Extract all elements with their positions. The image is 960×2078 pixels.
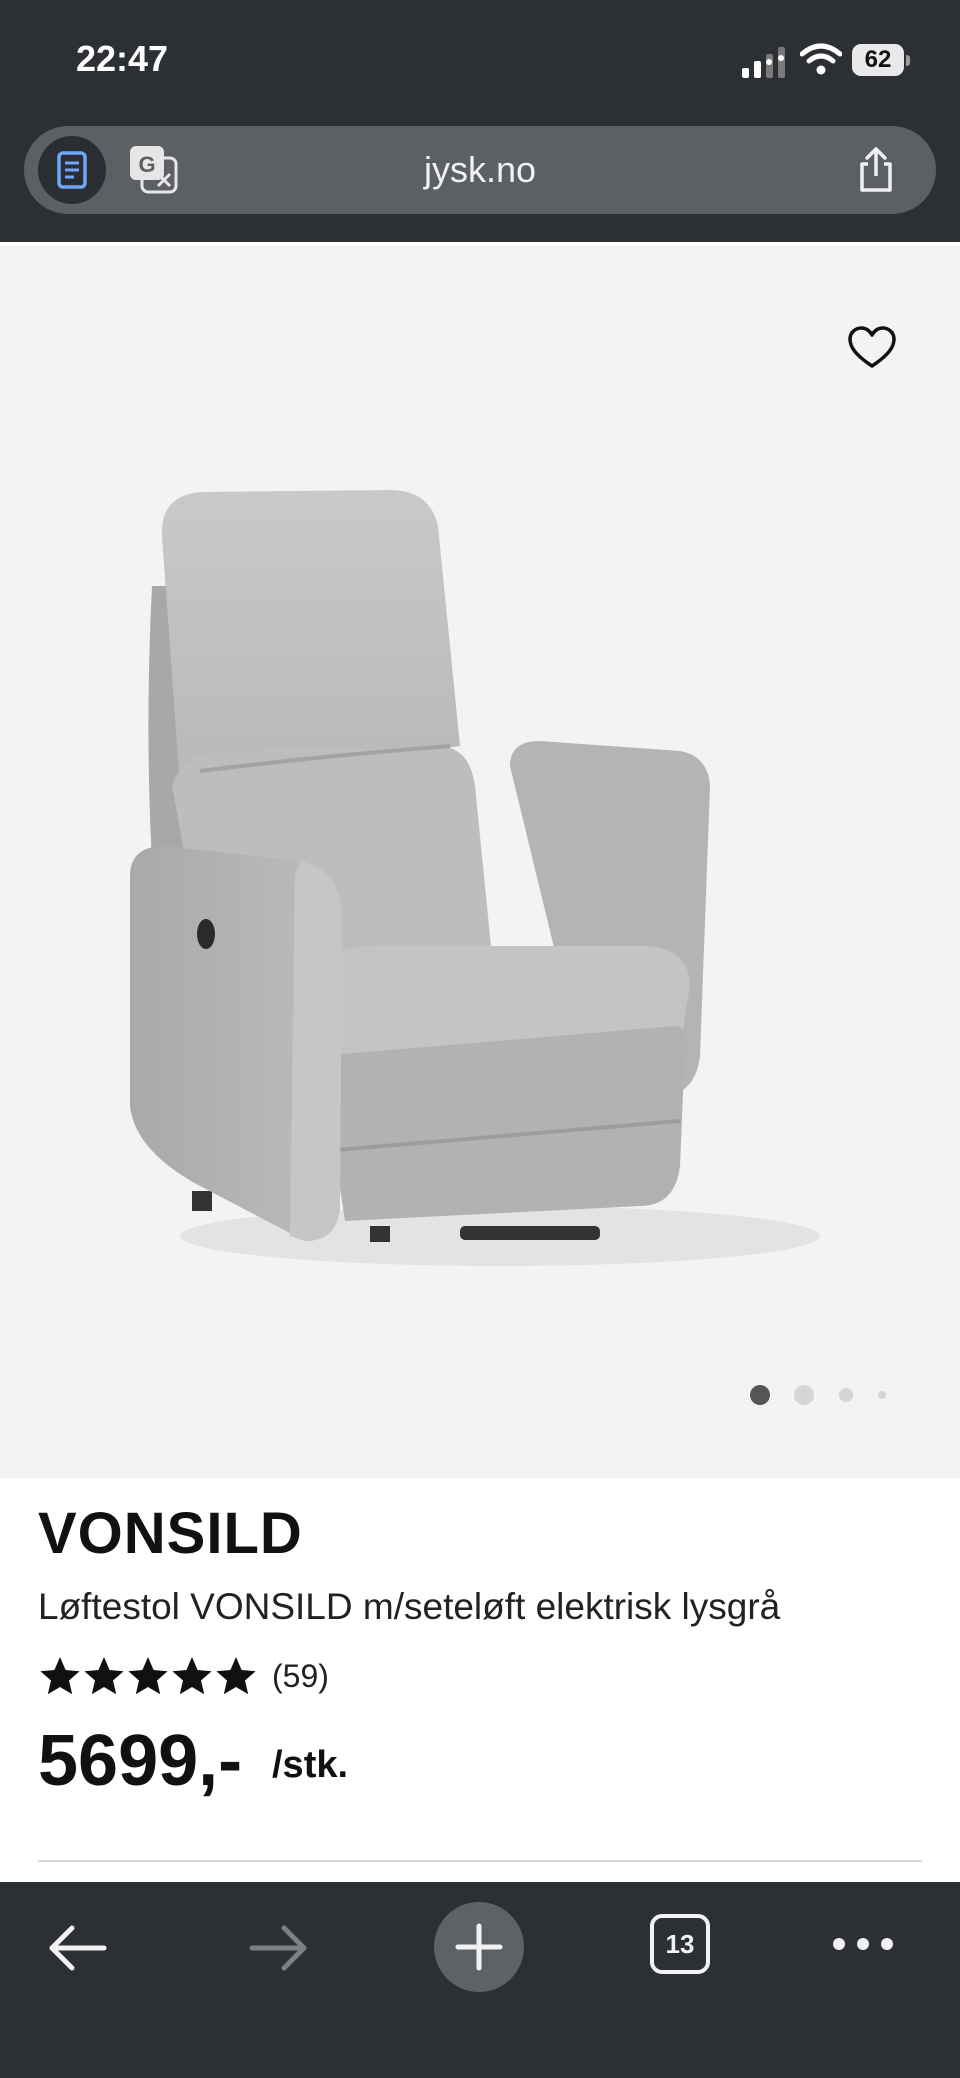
reader-icon <box>57 151 87 189</box>
product-image-carousel[interactable] <box>0 246 960 1478</box>
carousel-dot-2 <box>794 1385 814 1405</box>
translate-icon[interactable]: G <box>128 144 180 196</box>
reader-button[interactable] <box>38 136 106 204</box>
battery-level: 62 <box>852 44 904 76</box>
wifi-icon <box>800 43 842 75</box>
forward-arrow-icon[interactable] <box>246 1918 312 1978</box>
more-icon[interactable] <box>830 1932 896 1956</box>
new-tab-button[interactable] <box>434 1902 524 1992</box>
status-time: 22:47 <box>76 38 169 79</box>
battery-indicator: 62 <box>852 44 910 78</box>
star-icon <box>40 1657 80 1695</box>
plus-icon <box>455 1923 503 1971</box>
browser-toolbar: 13 <box>0 1886 960 2078</box>
tabs-button[interactable]: 13 <box>650 1914 710 1974</box>
star-icon <box>128 1657 168 1695</box>
divider <box>38 1860 922 1862</box>
product-page: VONSILD Løftestol VONSILD m/seteløft ele… <box>0 242 960 1882</box>
review-count[interactable]: (59) <box>272 1658 329 1695</box>
carousel-dot-1 <box>750 1385 770 1405</box>
share-icon[interactable] <box>852 146 900 194</box>
svg-text:G: G <box>138 152 155 177</box>
product-price: 5699,- <box>38 1721 243 1801</box>
product-description: Løftestol VONSILD m/seteløft elektrisk l… <box>38 1586 781 1627</box>
carousel-dot-3 <box>839 1388 853 1402</box>
price-unit: /stk. <box>272 1744 349 1786</box>
cellular-signal-icon <box>742 47 785 78</box>
status-bar: 22:47 62 <box>0 0 960 120</box>
address-bar[interactable]: jysk.no G <box>24 126 936 214</box>
star-icon <box>172 1657 212 1695</box>
rating-stars[interactable]: (59) <box>38 1652 329 1700</box>
carousel-dot-4 <box>878 1391 886 1399</box>
back-arrow-icon[interactable] <box>44 1918 110 1978</box>
carousel-indicator[interactable] <box>740 1380 900 1410</box>
product-brand: VONSILD <box>38 1501 303 1566</box>
star-icon <box>84 1657 124 1695</box>
heart-icon[interactable] <box>848 326 896 370</box>
star-icon <box>216 1657 256 1695</box>
product-photo <box>130 490 820 1266</box>
